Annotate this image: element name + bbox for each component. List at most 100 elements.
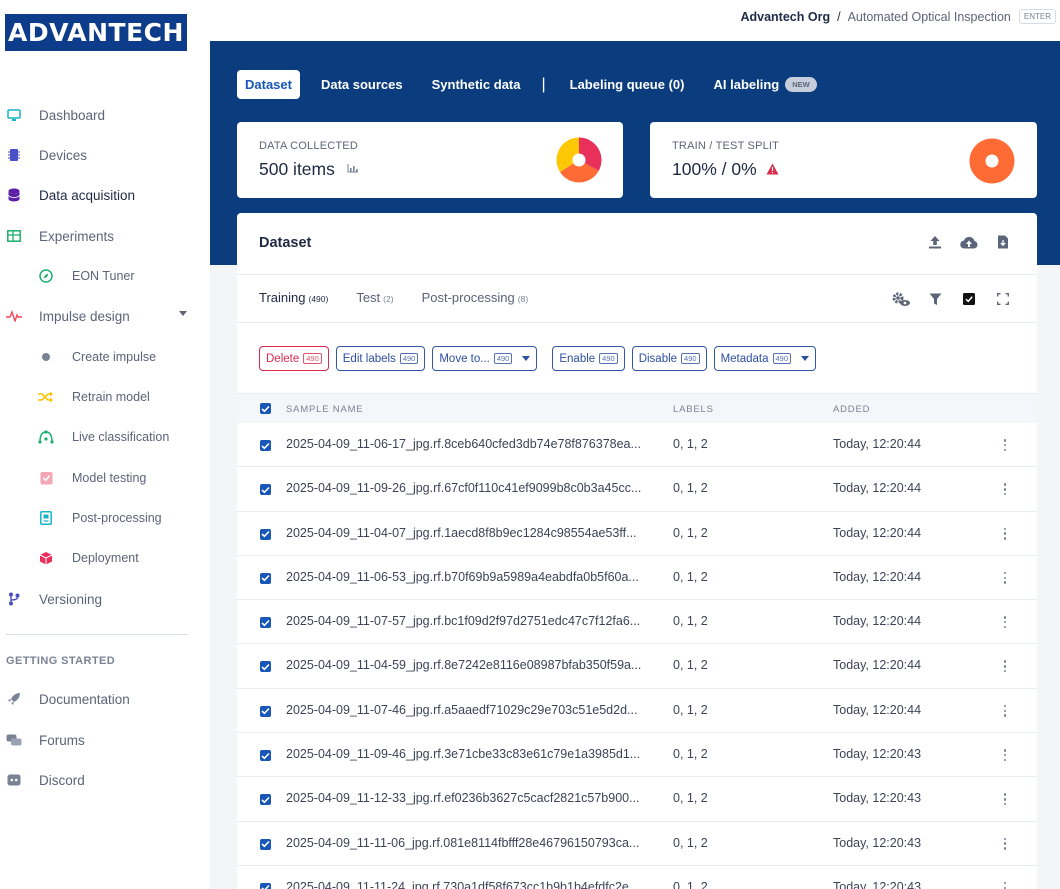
more-options-icon[interactable] xyxy=(1002,881,1008,889)
more-options-icon[interactable] xyxy=(1002,660,1008,673)
breadcrumb-project[interactable]: Automated Optical Inspection xyxy=(848,10,1011,24)
enable-button[interactable]: Enable 490 xyxy=(552,346,625,371)
sample-name[interactable]: 2025-04-09_11-07-57_jpg.rf.bc1f09d2f97d2… xyxy=(286,614,640,628)
bar-chart-icon[interactable] xyxy=(347,163,359,176)
sidebar-item-deployment[interactable]: Deployment xyxy=(0,546,200,570)
move-to-dropdown[interactable]: Move to... 490 xyxy=(432,346,538,371)
sample-name[interactable]: 2025-04-09_11-07-46_jpg.rf.a5aaedf71029c… xyxy=(286,703,637,717)
gear-eye-icon[interactable] xyxy=(891,290,911,308)
more-options-icon[interactable] xyxy=(1002,749,1008,762)
sample-name[interactable]: 2025-04-09_11-04-07_jpg.rf.1aecd8f8b9ec1… xyxy=(286,526,637,540)
disable-button[interactable]: Disable 490 xyxy=(631,346,707,371)
tab-labeling-queue[interactable]: Labeling queue (0) xyxy=(562,70,693,99)
sample-name[interactable]: 2025-04-09_11-11-24_jpg.rf.730a1df58f673… xyxy=(286,880,639,889)
sidebar-item-documentation[interactable]: Documentation xyxy=(0,687,200,711)
table-row[interactable]: 2025-04-09_11-04-07_jpg.rf.1aecd8f8b9ec1… xyxy=(237,512,1037,556)
column-header-added[interactable]: ADDED xyxy=(833,404,870,415)
filter-icon[interactable] xyxy=(925,290,945,308)
cloud-upload-icon[interactable] xyxy=(959,233,979,251)
breadcrumb-org[interactable]: Advantech Org xyxy=(740,10,830,24)
tab-synthetic-data[interactable]: Synthetic data xyxy=(424,70,529,99)
row-checkbox[interactable] xyxy=(260,617,271,629)
sample-name[interactable]: 2025-04-09_11-06-17_jpg.rf.8ceb640cfed3d… xyxy=(286,437,641,451)
sample-name[interactable]: 2025-04-09_11-09-26_jpg.rf.67cf0f110c41e… xyxy=(286,481,641,495)
table-row[interactable]: 2025-04-09_11-06-53_jpg.rf.b70f69b9a5989… xyxy=(237,556,1037,601)
row-checkbox[interactable] xyxy=(260,572,271,584)
sidebar-item-label: Impulse design xyxy=(39,308,130,324)
subtab-training[interactable]: Training (490) xyxy=(259,290,328,305)
more-options-icon[interactable] xyxy=(1002,483,1008,496)
sidebar-item-experiments[interactable]: Experiments xyxy=(0,224,200,248)
delete-button[interactable]: Delete 490 xyxy=(259,346,329,371)
subtab-post-processing[interactable]: Post-processing (8) xyxy=(422,290,529,305)
divider xyxy=(237,322,1037,323)
sample-name[interactable]: 2025-04-09_11-12-33_jpg.rf.ef0236b3627c5… xyxy=(286,791,640,805)
download-file-icon[interactable] xyxy=(993,233,1013,251)
sidebar-item-retrain-model[interactable]: Retrain model xyxy=(0,385,200,409)
chevron-down-icon[interactable] xyxy=(179,311,187,316)
more-options-icon[interactable] xyxy=(1002,616,1008,629)
select-all-icon[interactable] xyxy=(959,290,979,308)
tab-dataset[interactable]: Dataset xyxy=(237,70,300,99)
row-checkbox[interactable] xyxy=(260,750,271,762)
table-row[interactable]: 2025-04-09_11-07-57_jpg.rf.bc1f09d2f97d2… xyxy=(237,600,1037,645)
table-row[interactable]: 2025-04-09_11-09-46_jpg.rf.3e71cbe33c83e… xyxy=(237,733,1037,778)
table-row[interactable]: 2025-04-09_11-07-46_jpg.rf.a5aaedf71029c… xyxy=(237,689,1037,734)
metadata-dropdown[interactable]: Metadata 490 xyxy=(713,346,817,371)
sidebar-item-eon-tuner[interactable]: EON Tuner xyxy=(0,264,200,288)
sample-name[interactable]: 2025-04-09_11-09-46_jpg.rf.3e71cbe33c83e… xyxy=(286,747,640,761)
sidebar-item-live-classification[interactable]: Live classification xyxy=(0,425,200,449)
table-row[interactable]: 2025-04-09_11-12-33_jpg.rf.ef0236b3627c5… xyxy=(237,777,1037,822)
table-row[interactable]: 2025-04-09_11-11-24_jpg.rf.730a1df58f673… xyxy=(237,866,1037,889)
sidebar-item-post-processing[interactable]: Post-processing xyxy=(0,506,200,530)
sample-name[interactable]: 2025-04-09_11-06-53_jpg.rf.b70f69b9a5989… xyxy=(286,570,639,584)
tab-ai-labeling[interactable]: AI labeling NEW xyxy=(705,70,824,99)
sidebar-item-label: Forums xyxy=(39,732,85,748)
subtab-test[interactable]: Test (2) xyxy=(356,290,393,305)
sidebar-item-versioning[interactable]: Versioning xyxy=(0,587,200,611)
sidebar-item-discord[interactable]: Discord xyxy=(0,768,200,792)
table-row[interactable]: 2025-04-09_11-09-26_jpg.rf.67cf0f110c41e… xyxy=(237,467,1037,512)
train-test-split-value: 100% / 0% xyxy=(672,159,757,179)
column-header-sample-name[interactable]: SAMPLE NAME xyxy=(286,404,363,415)
sidebar-item-dashboard[interactable]: Dashboard xyxy=(0,103,200,127)
edit-labels-button[interactable]: Edit labels 490 xyxy=(335,346,426,371)
more-options-icon[interactable] xyxy=(1002,571,1008,584)
more-options-icon[interactable] xyxy=(1002,439,1008,451)
row-checkbox[interactable] xyxy=(260,440,271,451)
sidebar-item-model-testing[interactable]: Model testing xyxy=(0,466,200,490)
sidebar-item-create-impulse[interactable]: Create impulse xyxy=(0,345,200,369)
select-all-checkbox[interactable] xyxy=(260,403,271,414)
sample-added: Today, 12:20:44 xyxy=(833,614,922,629)
more-options-icon[interactable] xyxy=(1002,837,1008,850)
more-options-icon[interactable] xyxy=(1002,527,1008,540)
sidebar-item-devices[interactable]: Devices xyxy=(0,143,200,167)
sidebar-item-label: EON Tuner xyxy=(72,269,135,283)
column-header-labels[interactable]: LABELS xyxy=(673,404,714,415)
fullscreen-icon[interactable] xyxy=(993,290,1013,308)
sample-name[interactable]: 2025-04-09_11-04-59_jpg.rf.8e7242e8116e0… xyxy=(286,658,641,672)
row-checkbox[interactable] xyxy=(260,838,271,850)
table-icon xyxy=(6,228,22,244)
sidebar-item-forums[interactable]: Forums xyxy=(0,728,200,752)
more-options-icon[interactable] xyxy=(1002,704,1008,717)
sidebar-item-data-acquisition[interactable]: Data acquisition xyxy=(0,183,200,207)
sample-name[interactable]: 2025-04-09_11-11-06_jpg.rf.081e8114fbfff… xyxy=(286,836,639,850)
table-row[interactable]: 2025-04-09_11-04-59_jpg.rf.8e7242e8116e0… xyxy=(237,644,1037,689)
table-row[interactable]: 2025-04-09_11-06-17_jpg.rf.8ceb640cfed3d… xyxy=(237,423,1037,468)
new-badge: NEW xyxy=(785,77,817,92)
row-checkbox[interactable] xyxy=(260,528,271,540)
row-checkbox[interactable] xyxy=(260,794,271,806)
table-row[interactable]: 2025-04-09_11-11-06_jpg.rf.081e8114fbfff… xyxy=(237,822,1037,866)
sidebar-item-label: Documentation xyxy=(39,691,130,707)
row-checkbox[interactable] xyxy=(260,484,271,496)
row-checkbox[interactable] xyxy=(260,705,271,717)
upload-icon[interactable] xyxy=(925,233,945,251)
sidebar-item-impulse-design[interactable]: Impulse design xyxy=(0,304,200,328)
tab-data-sources[interactable]: Data sources xyxy=(313,70,411,99)
count-badge: 490 xyxy=(681,353,700,364)
more-options-icon[interactable] xyxy=(1002,793,1008,806)
row-checkbox[interactable] xyxy=(260,661,271,673)
row-checkbox[interactable] xyxy=(260,882,271,889)
advantech-logo[interactable]: ADVANTECH xyxy=(5,14,187,51)
